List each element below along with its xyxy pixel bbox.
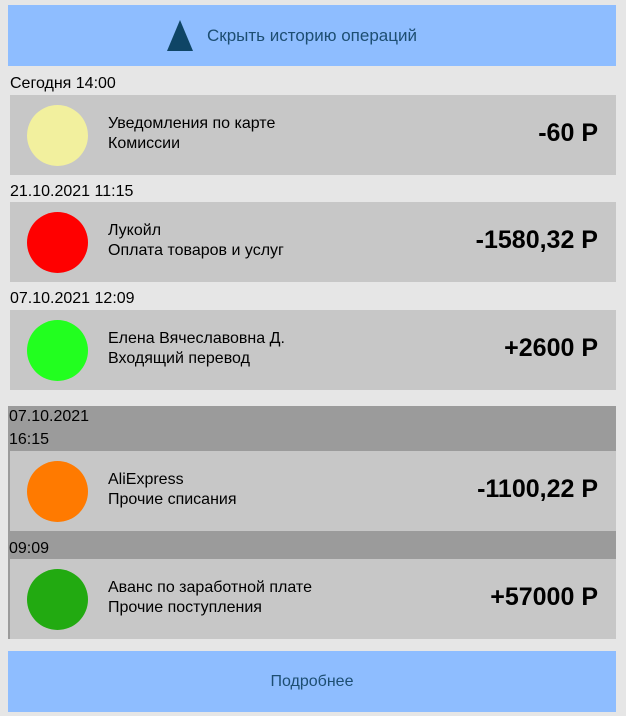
operation-title: Аванс по заработной плате [108, 579, 312, 596]
operation-amount: +2600 Р [504, 334, 598, 362]
expanded-operation-group[interactable]: 07.10.2021 16:15 AliExpress Прочие списа… [8, 406, 616, 639]
more-details-button[interactable]: Подробнее [8, 651, 616, 712]
operation-card[interactable]: AliExpress Прочие списания -1100,22 Р [10, 451, 616, 531]
operation-category: Прочие списания [108, 491, 237, 508]
operation-title: AliExpress [108, 471, 184, 488]
operation-category: Комиссии [108, 135, 181, 152]
operation-time: 16:15 [9, 431, 50, 448]
collapse-triangle-icon [167, 20, 193, 51]
operation-title: Елена Вячеславовна Д. [108, 330, 285, 347]
operation-category: Прочие поступления [108, 599, 262, 616]
operation-category-icon [27, 569, 88, 630]
operation-amount: +57000 Р [490, 583, 598, 611]
operation-category-icon [27, 105, 88, 166]
operation-date: Сегодня 14:00 [10, 75, 116, 92]
operation-card[interactable]: Лукойл Оплата товаров и услуг -1580,32 Р [10, 202, 616, 282]
operation-amount: -60 Р [538, 119, 598, 147]
operation-category: Входящий перевод [108, 350, 250, 367]
operation-title: Уведомления по карте [108, 115, 276, 132]
more-details-label: Подробнее [270, 672, 354, 690]
operation-card[interactable]: Уведомления по карте Комиссии -60 Р [10, 95, 616, 175]
operation-category-icon [27, 212, 88, 273]
operation-title: Лукойл [108, 222, 162, 239]
operation-time: 09:09 [9, 540, 50, 557]
group-date: 07.10.2021 [9, 408, 90, 425]
operations-history-screen: Скрыть историю операций Сегодня 14:00 Ув… [0, 0, 626, 716]
operation-date: 07.10.2021 12:09 [10, 290, 135, 307]
operation-category-icon [27, 461, 88, 522]
operation-card[interactable]: Аванс по заработной плате Прочие поступл… [10, 559, 616, 639]
operation-card[interactable]: Елена Вячеславовна Д. Входящий перевод +… [10, 310, 616, 390]
operation-category-icon [27, 320, 88, 381]
operation-category: Оплата товаров и услуг [108, 242, 284, 259]
operation-date: 21.10.2021 11:15 [10, 183, 134, 200]
hide-history-button[interactable]: Скрыть историю операций [8, 5, 616, 66]
operation-amount: -1100,22 Р [477, 475, 598, 503]
operation-amount: -1580,32 Р [475, 226, 598, 254]
hide-history-label: Скрыть историю операций [207, 25, 417, 45]
